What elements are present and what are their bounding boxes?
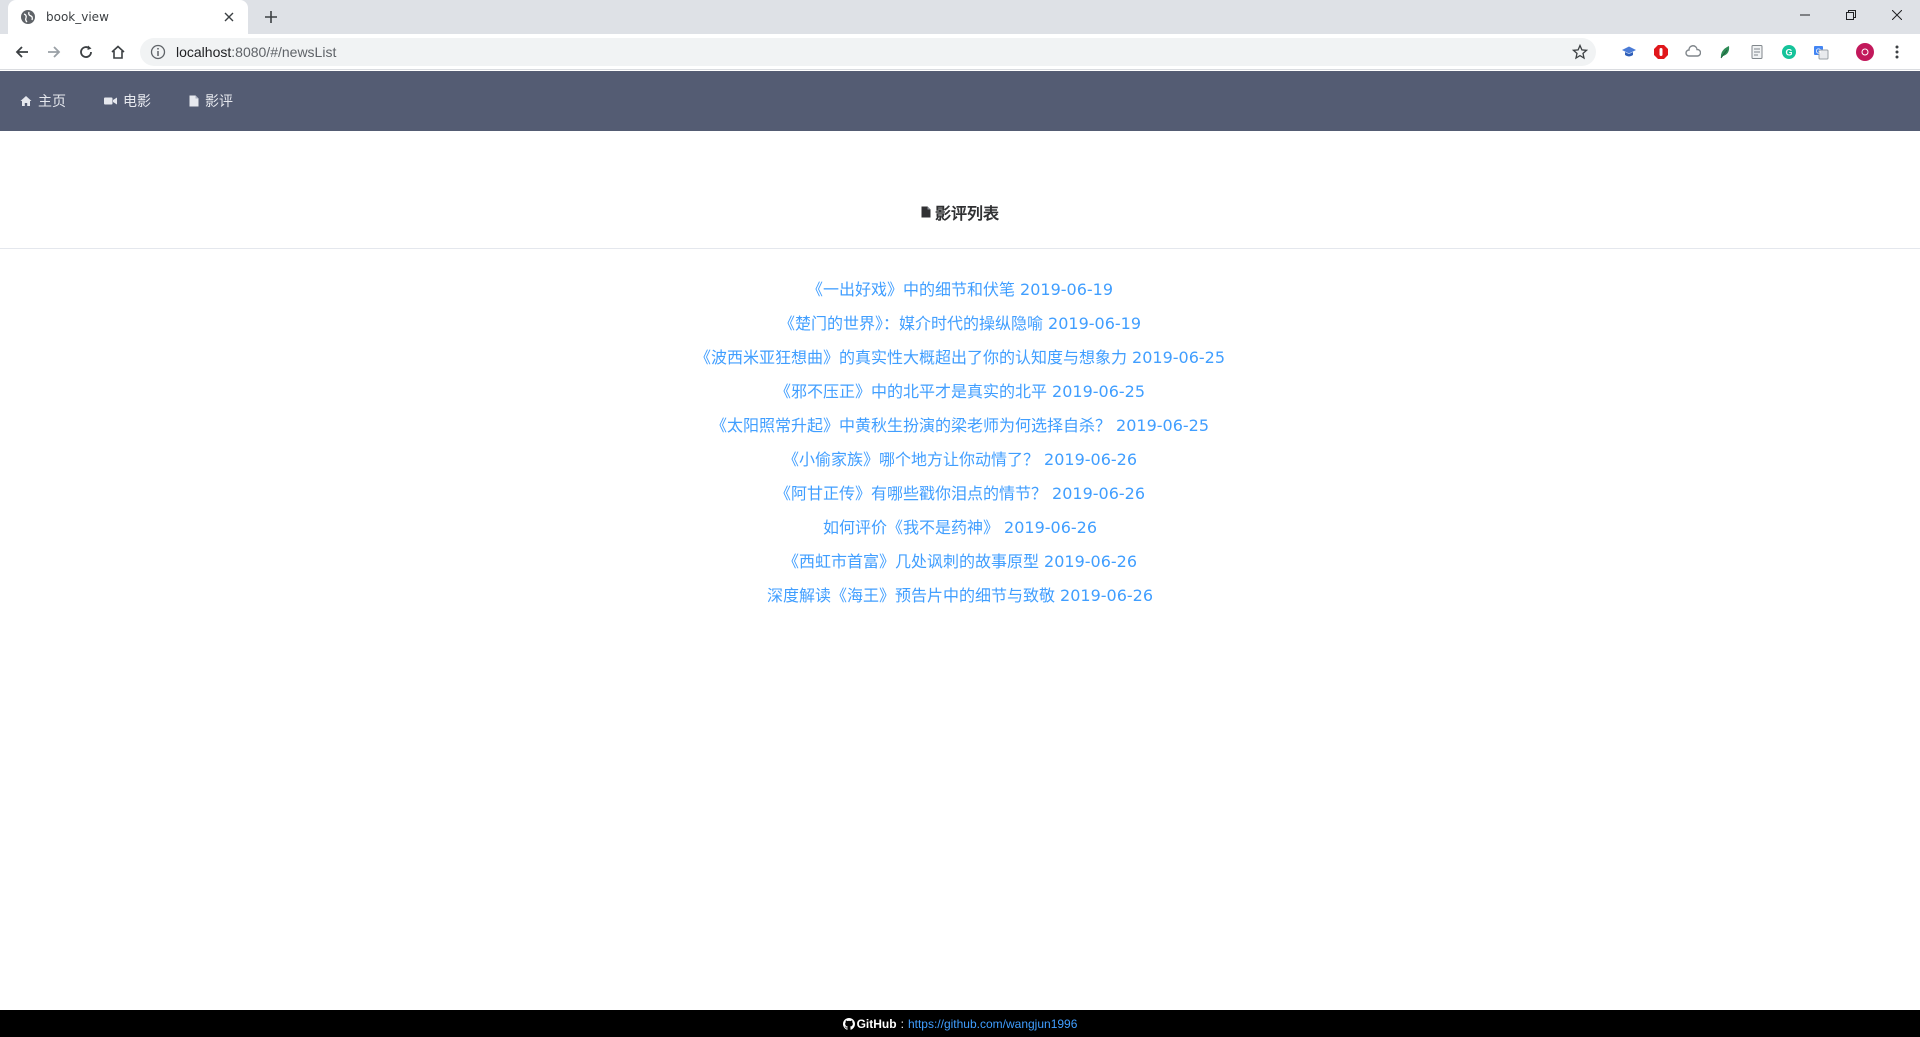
minimize-icon[interactable]	[1782, 0, 1828, 30]
nav-item-reviews-label: 影评	[205, 94, 233, 110]
nav-item-movies[interactable]: 电影	[104, 91, 151, 111]
document-icon	[921, 206, 931, 218]
review-link[interactable]: 《西虹市首富》几处讽刺的故事原型 2019-06-26	[0, 550, 1920, 584]
tab-close-icon[interactable]	[220, 8, 238, 26]
globe-icon	[20, 9, 36, 25]
nav-item-home[interactable]: 主页	[20, 91, 66, 111]
nav-item-reviews[interactable]: 影评	[189, 91, 233, 111]
footer-separator: :	[900, 1016, 904, 1031]
extension-translate-icon[interactable]: G	[1812, 43, 1830, 61]
nav-item-movies-label: 电影	[123, 94, 151, 110]
review-list: 《一出好戏》中的细节和伏笔 2019-06-19 《楚门的世界》：媒介时代的操纵…	[0, 278, 1920, 618]
forward-arrow-icon[interactable]	[42, 40, 66, 64]
footer: GitHub : https://github.com/wangjun1996	[0, 1010, 1920, 1037]
address-bar[interactable]: localhost:8080/#/newsList	[140, 38, 1596, 66]
review-link[interactable]: 如何评价《我不是药神》 2019-06-26	[0, 516, 1920, 550]
page-title: 影评列表	[0, 200, 1920, 224]
review-link[interactable]: 《波西米亚狂想曲》的真实性大概超出了你的认知度与想象力 2019-06-25	[0, 346, 1920, 380]
extension-cloud-icon[interactable]	[1684, 43, 1702, 61]
top-nav-menu: 主页 电影 影评	[0, 71, 1920, 131]
divider	[0, 248, 1920, 249]
extension-leaf-icon[interactable]	[1716, 43, 1734, 61]
extension-graduation-icon[interactable]	[1620, 43, 1638, 61]
extension-document-icon[interactable]	[1748, 43, 1766, 61]
back-arrow-icon[interactable]	[10, 40, 34, 64]
browser-toolbar: localhost:8080/#/newsList G G	[0, 34, 1920, 70]
browser-tab[interactable]: book_view	[8, 0, 248, 34]
home-browser-icon[interactable]	[106, 40, 130, 64]
extension-grammarly-icon[interactable]: G	[1780, 43, 1798, 61]
close-window-icon[interactable]	[1874, 0, 1920, 30]
new-tab-icon[interactable]	[260, 6, 282, 28]
nav-item-home-label: 主页	[38, 94, 66, 110]
reload-icon[interactable]	[74, 40, 98, 64]
browser-menu-icon[interactable]	[1888, 43, 1906, 61]
svg-text:G: G	[1816, 49, 1821, 56]
review-link[interactable]: 《阿甘正传》有哪些戳你泪点的情节？ 2019-06-26	[0, 482, 1920, 516]
tab-title: book_view	[46, 10, 109, 24]
review-link[interactable]: 《邪不压正》中的北平才是真实的北平 2019-06-25	[0, 380, 1920, 414]
info-icon[interactable]	[150, 44, 166, 60]
footer-github-label: GitHub	[856, 1016, 897, 1031]
github-link[interactable]: https://github.com/wangjun1996	[908, 1017, 1077, 1031]
svg-text:G: G	[1785, 48, 1792, 58]
url-text: localhost:8080/#/newsList	[176, 44, 337, 60]
review-link[interactable]: 《小偷家族》哪个地方让你动情了？ 2019-06-26	[0, 448, 1920, 482]
home-icon	[20, 96, 32, 106]
review-link[interactable]: 《一出好戏》中的细节和伏笔 2019-06-19	[0, 278, 1920, 312]
review-link[interactable]: 《太阳照常升起》中黄秋生扮演的梁老师为何选择自杀？ 2019-06-25	[0, 414, 1920, 448]
footer-github: GitHub	[842, 1016, 897, 1031]
profile-avatar-icon[interactable]	[1856, 43, 1874, 61]
video-camera-icon	[104, 97, 117, 105]
document-icon	[189, 95, 199, 107]
browser-tabstrip: book_view	[0, 0, 1920, 34]
review-link[interactable]: 《楚门的世界》：媒介时代的操纵隐喻 2019-06-19	[0, 312, 1920, 346]
github-icon	[842, 1017, 855, 1030]
bookmark-star-icon[interactable]	[1572, 44, 1588, 60]
page-title-text: 影评列表	[934, 204, 999, 223]
extension-adblock-icon[interactable]	[1652, 43, 1670, 61]
restore-icon[interactable]	[1828, 0, 1874, 30]
review-link[interactable]: 深度解读《海王》预告片中的细节与致敬 2019-06-26	[0, 584, 1920, 618]
